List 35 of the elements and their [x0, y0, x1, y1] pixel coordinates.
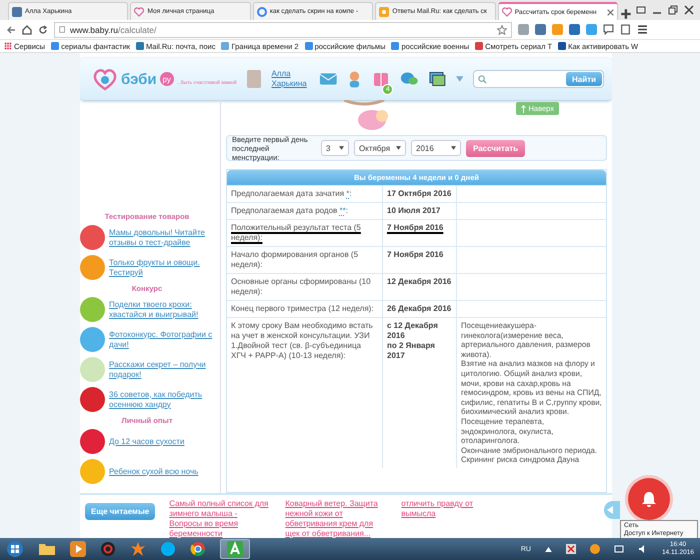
- url-text: www.baby.ru/calculate/: [70, 24, 158, 34]
- date-text: 7 Ноября 2016: [387, 250, 444, 260]
- day-select[interactable]: 3: [321, 140, 349, 156]
- event-label: Предполагаемая дата зачатия *:: [231, 189, 352, 198]
- date-text: 26 Декабря 2016: [387, 304, 452, 314]
- event-label: Предполагаемая дата родов **:: [231, 206, 348, 215]
- promo-link[interactable]: Поделки твоего крохи: хвастайся и выигрывай!: [109, 300, 214, 320]
- logo-badge: ру: [160, 72, 174, 86]
- promo-link[interactable]: Расскажи секрет – получи подарок!: [109, 360, 214, 380]
- promo-link[interactable]: Ребенок сухой всю ночь: [109, 466, 198, 476]
- logo-text: бэби: [121, 70, 157, 88]
- promo-link[interactable]: Фотоконкурс. Фотографии с дачи!: [109, 330, 214, 350]
- event-label: Начало формирования органов (5 неделя):: [231, 250, 358, 269]
- footnote-link[interactable]: *: [346, 189, 350, 198]
- address-bar[interactable]: www.baby.ru/calculate/: [54, 22, 512, 38]
- date-text: 7 Ноября 2016: [387, 223, 444, 233]
- date-text: 10 Июля 2017: [387, 206, 442, 216]
- date-text: 17 Октября 2016: [387, 189, 452, 199]
- user-link[interactable]: Алла Харькина: [271, 69, 309, 89]
- article-link[interactable]: Самый полный список для зимнего малыша - Вопросы во время беременности: [169, 499, 272, 538]
- date-text: по 2 Января 2017: [387, 341, 436, 361]
- event-label: Конец первого триместра (12 неделя):: [231, 304, 374, 313]
- promo-link[interactable]: Только фрукты и овощи. Тестируй: [109, 258, 214, 278]
- event-label: Положительный результат теста (5 неделя):: [231, 223, 361, 242]
- event-label: Основные органы сформированы (10 неделя):: [231, 277, 371, 296]
- month-select[interactable]: Октября: [354, 140, 406, 156]
- promo-link[interactable]: Мамы довольны! Читайте отзывы о тест-драйве: [109, 228, 214, 248]
- promo-link[interactable]: До 12 часов сухости: [109, 436, 184, 446]
- article-link[interactable]: Коварный ветер. Защита нежной кожи от обветривания крем для щек от обветривания...: [285, 499, 388, 538]
- year-select[interactable]: 2016: [411, 140, 461, 156]
- date-text: 12 Декабря 2016: [387, 277, 452, 287]
- event-label: К этому сроку Вам необходимо встать на учет в женской консультации. УЗИ 1.Двойной тест (св. β-субъединица ХГЧ + PAPP-A) (10-13 неделя):: [231, 321, 373, 360]
- footnote-link[interactable]: **: [340, 206, 346, 215]
- article-link[interactable]: отличить правду от вымысла: [401, 499, 504, 519]
- promo-link[interactable]: 36 советов, как победить осеннюю хандру: [109, 390, 214, 410]
